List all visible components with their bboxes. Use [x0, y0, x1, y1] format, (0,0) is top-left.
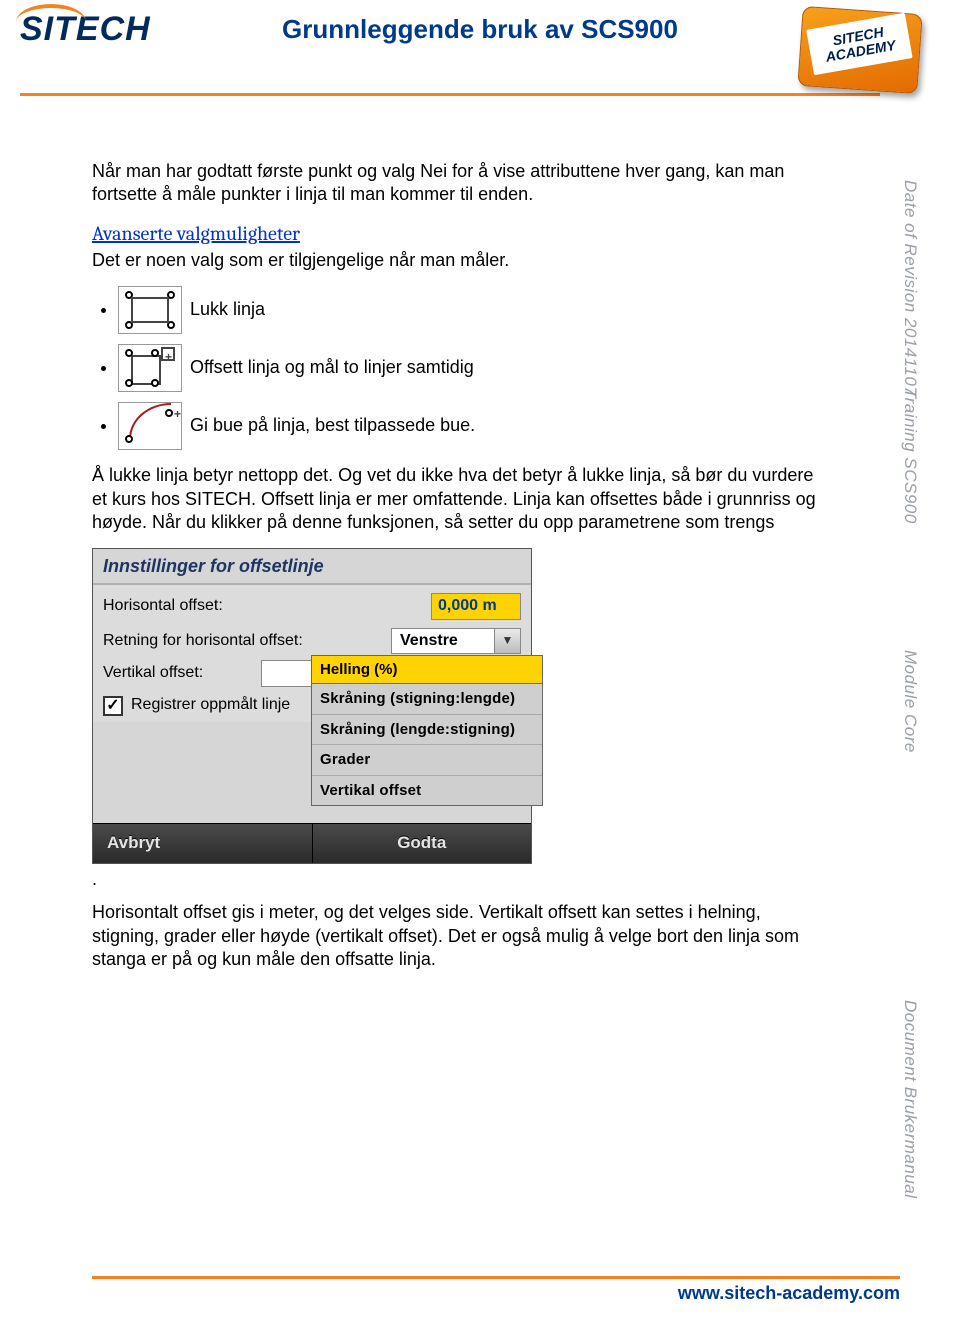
bullet2-text: Offsett linja og mål to linjer samtidig	[190, 356, 474, 379]
dialog-title: Innstillinger for offsetlinje	[93, 549, 531, 584]
dropdown-option[interactable]: Vertikal offset	[312, 776, 542, 806]
label-h-offset: Horisontal offset:	[103, 596, 431, 617]
academy-badge-inner: SITECH ACADEMY	[806, 13, 912, 76]
chevron-down-icon: ▼	[494, 629, 520, 654]
row-horizontal-offset: Horisontal offset: 0,000 m	[93, 589, 531, 624]
side-module: Module Core	[900, 650, 920, 753]
feature-list: Lukk linja + Offsett linja og mål to lin…	[92, 286, 830, 450]
page-footer: www.sitech-academy.com	[0, 1276, 960, 1304]
bullet1-text: Lukk linja	[190, 298, 265, 321]
content: Når man har godtatt første punkt og valg…	[0, 96, 960, 971]
bullet3-text: Gi bue på linja, best tilpassede bue.	[190, 414, 475, 437]
side-document: Document Brukermanual	[900, 1000, 920, 1199]
section-heading: Avanserte valgmuligheter	[92, 221, 830, 247]
input-h-offset[interactable]: 0,000 m	[431, 593, 521, 620]
select-direction[interactable]: Venstre ▼	[391, 628, 521, 655]
lukk-linja-icon	[118, 286, 182, 334]
intro-paragraph: Når man har godtatt første punkt og valg…	[92, 160, 830, 207]
header-rule	[20, 93, 880, 96]
academy-badge: SITECH ACADEMY	[797, 6, 922, 94]
select-direction-value: Venstre	[392, 629, 494, 654]
footer-rule	[92, 1276, 900, 1279]
side-training: Training SCS900	[900, 388, 920, 524]
checkbox-register-line[interactable]: ✓	[103, 696, 123, 716]
footer-link[interactable]: www.sitech-academy.com	[92, 1283, 900, 1304]
explain-paragraph: Å lukke linja betyr nettopp det. Og vet …	[92, 464, 830, 534]
dropdown-selected[interactable]: Helling (%)	[312, 656, 542, 685]
offset-settings-dialog: Innstillinger for offsetlinje Horisontal…	[92, 548, 532, 863]
page-header: SITECH Grunnleggende bruk av SCS900 SITE…	[0, 0, 960, 96]
dot-after-dialog: .	[92, 869, 97, 889]
cancel-button[interactable]: Avbryt	[93, 824, 313, 863]
label-direction: Retning for horisontal offset:	[103, 631, 391, 652]
label-register-line: Registrer oppmålt linje	[131, 695, 290, 716]
closing-paragraph: Horisontalt offset gis i meter, og det v…	[92, 901, 830, 971]
side-revision: Date of Revision 20141107	[900, 180, 920, 396]
ok-button[interactable]: Godta	[313, 824, 532, 863]
bullet-bue-linja: + Gi bue på linja, best tilpassede bue.	[118, 402, 830, 450]
offset-linja-icon: +	[118, 344, 182, 392]
dialog-footer: Avbryt Godta	[93, 823, 531, 863]
dropdown-option[interactable]: Skråning (lengde:stigning)	[312, 715, 542, 746]
v-offset-dropdown: Helling (%) Skråning (stigning:lengde) S…	[311, 655, 543, 807]
row-direction: Retning for horisontal offset: Venstre ▼	[93, 624, 531, 659]
bue-linja-icon: +	[118, 402, 182, 450]
dropdown-option[interactable]: Grader	[312, 745, 542, 776]
dropdown-option[interactable]: Skråning (stigning:lengde)	[312, 684, 542, 715]
label-v-offset: Vertikal offset:	[103, 663, 253, 684]
bullet-lukk-linja: Lukk linja	[118, 286, 830, 334]
bullet-offset-linja: + Offsett linja og mål to linjer samtidi…	[118, 344, 830, 392]
section-subtext: Det er noen valg som er tilgjengelige nå…	[92, 249, 830, 272]
